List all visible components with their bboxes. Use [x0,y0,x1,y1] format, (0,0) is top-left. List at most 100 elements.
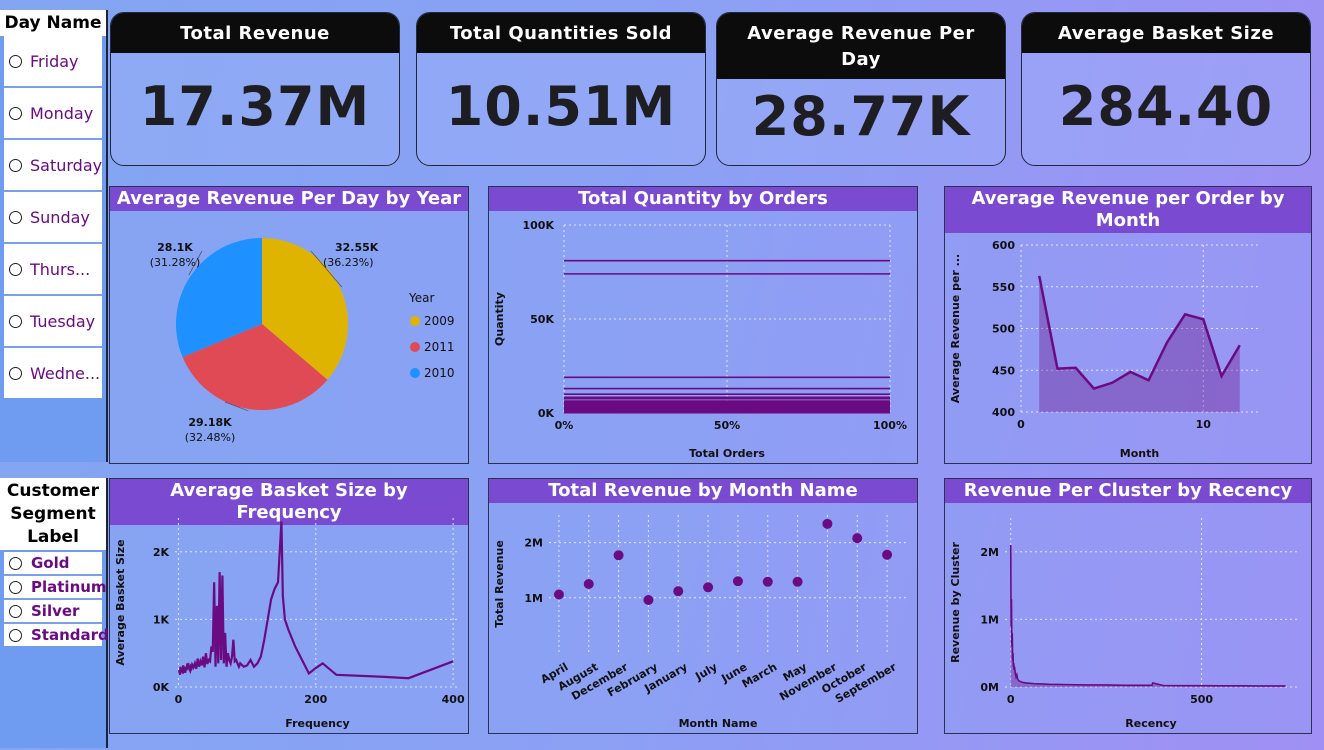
day-option[interactable]: Wedne... [4,348,102,398]
revenue-month-panel: Total Revenue by Month Name 1M 2M April Aug… [488,478,918,734]
y-axis-title: Revenue by Cluster [949,542,962,663]
scatter-point [852,533,863,544]
scatter-point [643,595,654,606]
day-name-list: Friday Monday Saturday Sunday Thurs... T… [4,36,102,398]
radio-icon[interactable] [9,580,22,594]
kpi-title: Total Revenue [111,13,399,53]
x-tick-label: 0 [175,693,183,706]
pie-panel: Average Revenue Per Day by Year 32.55K (3… [109,186,469,464]
legend-swatch [410,368,420,378]
segment-option[interactable]: Standard [4,624,109,646]
kpi-title: Average Revenue Per Day [717,13,1005,79]
day-option[interactable]: Tuesday [4,296,102,348]
recency-panel: Revenue Per Cluster by Recency 0M 1M 2M 0 50… [944,478,1312,734]
x-tick-label: 0% [555,419,574,432]
day-option[interactable]: Friday [4,36,102,88]
x-tick-label: 100% [873,419,907,432]
kpi-title: Average Basket Size [1022,13,1310,53]
radio-icon[interactable] [9,314,22,328]
y-tick-label: 2M [980,546,999,559]
radio-icon[interactable] [9,106,22,120]
radio-icon[interactable] [9,366,22,380]
x-axis-title: Month [1120,447,1159,460]
scatter-point [703,582,714,593]
x-tick-label: July [692,660,719,683]
x-axis-title: Recency [1125,717,1176,730]
panel-title: Revenue Per Cluster by Recency [945,479,1311,503]
radio-icon[interactable] [9,628,22,642]
radio-icon[interactable] [9,262,22,276]
segment-option[interactable]: Platinum [4,576,107,600]
segment-option[interactable]: Silver [4,600,102,624]
radio-icon[interactable] [9,210,22,224]
segment-list: Gold Platinum Silver Standard [4,552,109,646]
scatter-point [792,576,803,587]
basket-size-chart: 0K 1K 2K 0 200 400 Frequency Average Basket Siz… [114,518,465,730]
legend-label: 2010 [424,366,455,380]
scatter-point [762,576,773,587]
legend-swatch [410,316,420,326]
radio-icon[interactable] [9,604,22,618]
x-axis-title: Frequency [285,717,349,730]
kpi-value: 17.37M [139,75,371,138]
y-tick-label: 2M [524,537,543,550]
x-tick-label: 50% [714,419,740,432]
customer-segment-slicer: Customer Segment Label Gold Platinum Sil… [0,478,109,748]
y-tick-label: 50K [530,313,554,326]
y-tick-label: 100K [523,219,555,232]
legend-title: Year [408,291,434,305]
x-axis-title: Total Orders [689,447,765,460]
y-tick-label: 550 [992,281,1015,294]
x-tick-label: 200 [304,693,327,706]
kpi-value: 10.51M [445,75,677,138]
day-option[interactable]: Sunday [4,192,102,244]
legend-swatch [410,342,420,352]
y-tick-label: 400 [992,406,1015,419]
y-tick-label: 0K [153,681,170,694]
day-option[interactable]: Monday [4,88,102,140]
scatter-point [553,589,564,600]
kpi-card-total-quantities: Total Quantities Sold 10.51M [416,12,706,166]
kpi-card-total-revenue: Total Revenue 17.37M [110,12,400,166]
x-tick-label: March [740,660,780,690]
y-tick-label: 1K [153,613,170,626]
y-tick-label: 0M [980,681,999,694]
scatter-point [882,549,893,560]
panel-title: Total Quantity by Orders [489,187,917,211]
scatter-point [822,518,833,529]
x-tick-label: 400 [442,693,465,706]
day-name-slicer: Day Name Friday Monday Saturday Sunday T… [0,10,108,462]
day-option[interactable]: Saturday [4,140,102,192]
x-tick-label: 10 [1196,418,1212,431]
kpi-card-avg-revenue-per-day: Average Revenue Per Day 28.77K [716,12,1006,166]
series-line [1009,545,1286,687]
area-fill [1039,275,1240,412]
slice-percent-label: (32.48%) [185,431,236,444]
segment-option[interactable]: Gold [4,552,102,576]
day-name-slicer-title: Day Name [0,10,106,36]
panel-title: Total Revenue by Month Name [489,479,917,503]
slice-value-label: 29.18K [188,416,232,429]
slice-percent-label: (36.23%) [323,256,374,269]
y-tick-label: 450 [992,364,1015,377]
order-month-panel: Average Revenue per Order by Month 400 45… [944,186,1312,464]
y-tick-label: 0K [538,407,555,420]
slice-value-label: 32.55K [335,241,379,254]
radio-icon[interactable] [9,556,22,570]
avg-revenue-order-chart: 400 450 500 550 600 0 10 Month Average Revenue p… [949,239,1258,460]
x-tick-label: 500 [1190,693,1213,706]
kpi-card-avg-basket-size: Average Basket Size 284.40 [1021,12,1311,166]
radio-icon[interactable] [9,54,22,68]
scatter-point [732,576,743,587]
radio-icon[interactable] [9,158,22,172]
y-tick-label: 600 [992,239,1015,252]
y-tick-label: 500 [992,323,1015,336]
x-axis-title: Month Name [679,717,758,730]
y-tick-label: 1M [980,613,999,626]
panel-title: Average Revenue Per Day by Year [110,187,468,211]
x-tick-label: 0 [1017,418,1025,431]
day-option[interactable]: Thurs... [4,244,102,296]
legend-label: 2011 [424,340,455,354]
area-fill [1010,545,1286,687]
y-tick-label: 2K [153,546,170,559]
